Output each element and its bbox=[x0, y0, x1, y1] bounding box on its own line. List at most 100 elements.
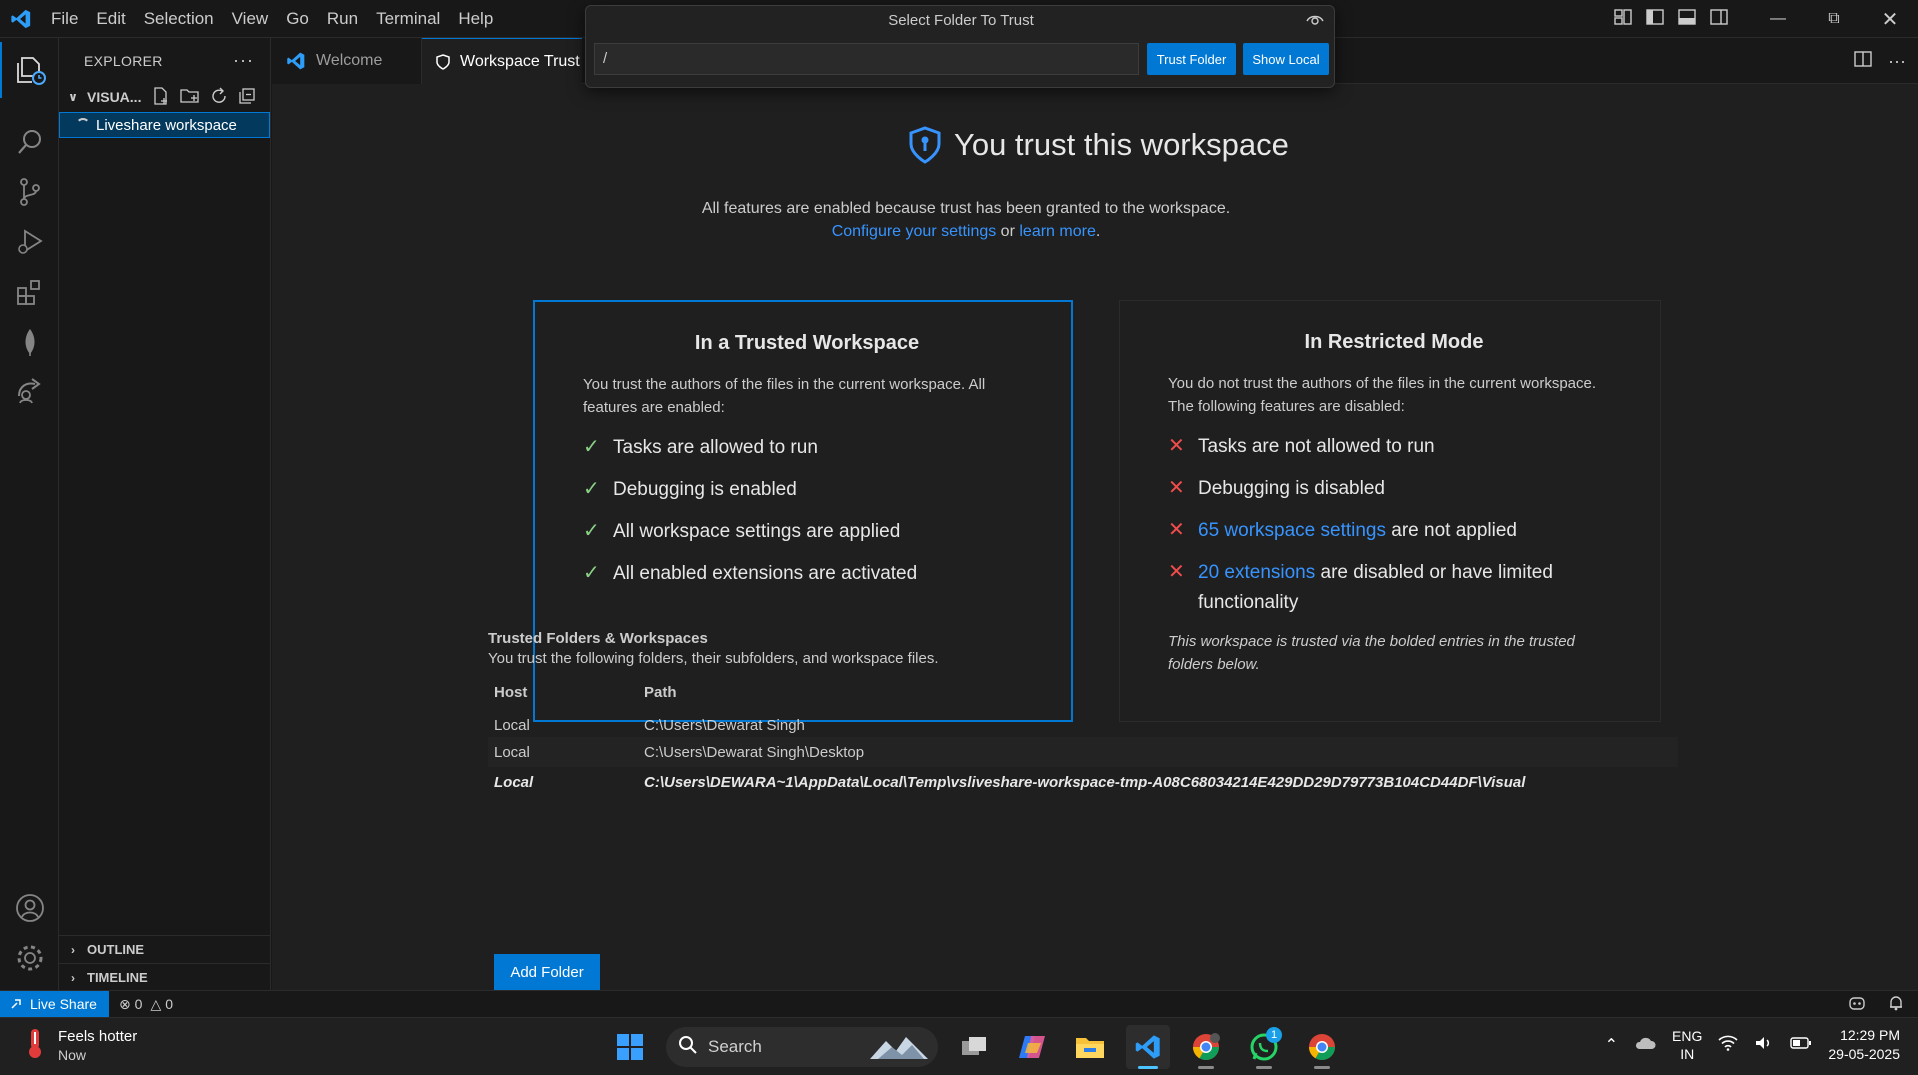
restore-icon[interactable]: ⧉ bbox=[1806, 0, 1862, 38]
add-folder-button[interactable]: Add Folder bbox=[494, 954, 600, 990]
toggle-panel-icon[interactable] bbox=[1678, 8, 1696, 31]
live-share-status[interactable]: Live Share bbox=[0, 990, 109, 1018]
refresh-icon[interactable] bbox=[210, 87, 228, 108]
status-right bbox=[1848, 995, 1904, 1014]
vscode-window: File Edit Selection View Go Run Terminal… bbox=[0, 0, 1918, 1075]
problems-status[interactable]: ⊗ 0 △ 0 bbox=[119, 996, 173, 1013]
copilot-icon[interactable] bbox=[1848, 995, 1866, 1014]
menu-edit[interactable]: Edit bbox=[87, 0, 134, 38]
more-actions-icon[interactable]: ··· bbox=[233, 50, 254, 71]
column-header-path: Path bbox=[644, 683, 677, 701]
trusted-feature-list: ✓ Tasks are allowed to run ✓ Debugging is … bbox=[583, 433, 1031, 589]
list-item: ✕ 65 workspace settings are not applied bbox=[1168, 516, 1620, 546]
clock-time: 12:29 PM bbox=[1840, 1027, 1900, 1043]
weather-title: Feels hotter bbox=[58, 1027, 138, 1045]
explorer-icon[interactable] bbox=[0, 42, 59, 98]
run-debug-icon[interactable] bbox=[0, 214, 59, 270]
tab-workspace-trust[interactable]: Workspace Trust bbox=[422, 38, 582, 84]
subtitle-links: Configure your settings or learn more. bbox=[272, 220, 1660, 243]
windows-start-icon[interactable] bbox=[608, 1025, 652, 1069]
tab-label: Workspace Trust bbox=[460, 52, 580, 70]
collapse-all-icon[interactable] bbox=[238, 87, 256, 108]
clock[interactable]: 12:29 PM 29-05-2025 bbox=[1828, 1026, 1900, 1064]
volume-icon[interactable] bbox=[1754, 1035, 1774, 1055]
source-control-icon[interactable] bbox=[0, 164, 59, 220]
vscode-logo-icon bbox=[0, 0, 42, 38]
menu-file[interactable]: File bbox=[42, 0, 87, 38]
live-share-icon[interactable] bbox=[0, 362, 59, 418]
manage-gear-icon[interactable] bbox=[0, 930, 59, 986]
configure-settings-link[interactable]: Configure your settings bbox=[832, 223, 997, 240]
or-text: or bbox=[996, 223, 1020, 240]
list-item: ✓ All workspace settings are applied bbox=[583, 517, 1031, 547]
file-explorer-icon[interactable] bbox=[1068, 1025, 1112, 1069]
more-actions-icon[interactable]: ··· bbox=[1888, 51, 1906, 72]
trust-folder-button[interactable]: Trust Folder bbox=[1147, 43, 1236, 75]
tree-item-label: Liveshare workspace bbox=[96, 116, 237, 134]
vscode-taskbar-icon[interactable] bbox=[1126, 1025, 1170, 1069]
taskbar-search[interactable]: Search bbox=[666, 1027, 938, 1067]
minimize-icon[interactable]: — bbox=[1750, 0, 1806, 38]
close-icon[interactable]: ✕ bbox=[1862, 0, 1918, 38]
wifi-icon[interactable] bbox=[1718, 1035, 1738, 1055]
menu-view[interactable]: View bbox=[223, 0, 278, 38]
menu-terminal[interactable]: Terminal bbox=[367, 0, 449, 38]
whatsapp-icon[interactable]: 1 bbox=[1242, 1025, 1286, 1069]
search-icon bbox=[678, 1035, 698, 1060]
table-row[interactable]: Local C:\Users\Dewarat Singh bbox=[488, 707, 1678, 737]
onedrive-cloud-icon[interactable] bbox=[1634, 1035, 1656, 1055]
new-folder-icon[interactable] bbox=[180, 87, 200, 108]
task-view-icon[interactable] bbox=[952, 1025, 996, 1069]
menu-go[interactable]: Go bbox=[277, 0, 318, 38]
folder-path-input[interactable]: / bbox=[594, 43, 1139, 75]
workspace-section-label: VISUA... bbox=[87, 89, 142, 105]
chrome-icon[interactable] bbox=[1300, 1025, 1344, 1069]
running-indicator bbox=[1314, 1066, 1330, 1069]
table-row[interactable]: Local C:\Users\Dewarat Singh\Desktop bbox=[488, 737, 1678, 767]
show-local-button[interactable]: Show Local bbox=[1243, 43, 1329, 75]
accounts-icon[interactable] bbox=[0, 880, 59, 936]
toggle-primary-sidebar-icon[interactable] bbox=[1646, 8, 1664, 31]
list-item: ✕ Tasks are not allowed to run bbox=[1168, 432, 1620, 462]
tab-welcome[interactable]: Welcome bbox=[272, 38, 422, 84]
notifications-bell-icon[interactable] bbox=[1888, 995, 1904, 1014]
list-item: ✓ All enabled extensions are activated bbox=[583, 559, 1031, 589]
eye-icon[interactable] bbox=[1306, 13, 1324, 32]
split-editor-icon[interactable] bbox=[1854, 50, 1872, 73]
weather-widget[interactable]: Feels hotter Now bbox=[22, 1026, 137, 1065]
menu-run[interactable]: Run bbox=[318, 0, 367, 38]
battery-icon[interactable] bbox=[1790, 1036, 1812, 1054]
chevron-up-icon[interactable]: ⌃ bbox=[1605, 1035, 1618, 1055]
live-share-icon bbox=[10, 996, 24, 1013]
lang-line2: IN bbox=[1680, 1046, 1695, 1062]
search-icon[interactable] bbox=[0, 114, 59, 170]
list-item-label: Debugging is disabled bbox=[1198, 478, 1385, 499]
copilot-app-icon[interactable] bbox=[1010, 1025, 1054, 1069]
path-cell: C:\Users\Dewarat Singh bbox=[644, 716, 805, 734]
table-row[interactable]: Local C:\Users\DEWARA~1\AppData\Local\Te… bbox=[488, 767, 1678, 797]
chrome-profile-icon[interactable] bbox=[1184, 1025, 1228, 1069]
toggle-secondary-sidebar-icon[interactable] bbox=[1710, 8, 1728, 31]
weather-subtitle: Now bbox=[58, 1046, 87, 1063]
new-file-icon[interactable] bbox=[152, 87, 170, 108]
customize-layout-icon[interactable] bbox=[1614, 8, 1632, 31]
menu-help[interactable]: Help bbox=[449, 0, 502, 38]
tree-item-liveshare-workspace[interactable]: Liveshare workspace bbox=[59, 112, 270, 138]
error-icon: ⊗ bbox=[118, 995, 131, 1012]
trust-heading: You trust this workspace bbox=[908, 126, 1289, 164]
workspace-settings-link[interactable]: 65 workspace settings bbox=[1198, 520, 1386, 541]
extensions-icon[interactable] bbox=[0, 264, 59, 320]
learn-more-link[interactable]: learn more bbox=[1019, 223, 1095, 240]
menu-selection[interactable]: Selection bbox=[135, 0, 223, 38]
card-title: In a Trusted Workspace bbox=[694, 332, 920, 354]
extensions-link[interactable]: 20 extensions bbox=[1198, 562, 1315, 583]
timeline-section-header[interactable]: › TIMELINE bbox=[59, 963, 270, 991]
list-item: ✓ Debugging is enabled bbox=[583, 475, 1031, 505]
outline-section-header[interactable]: › OUTLINE bbox=[59, 935, 270, 963]
explorer-title: EXPLORER bbox=[84, 53, 163, 69]
restricted-feature-list: ✕ Tasks are not allowed to run ✕ Debugging… bbox=[1168, 432, 1620, 618]
workspace-section-header[interactable]: ∨ VISUA... bbox=[59, 84, 270, 110]
error-count: 0 bbox=[134, 996, 143, 1012]
language-indicator[interactable]: ENG IN bbox=[1672, 1027, 1702, 1063]
list-item-label: are not applied bbox=[1386, 520, 1517, 541]
